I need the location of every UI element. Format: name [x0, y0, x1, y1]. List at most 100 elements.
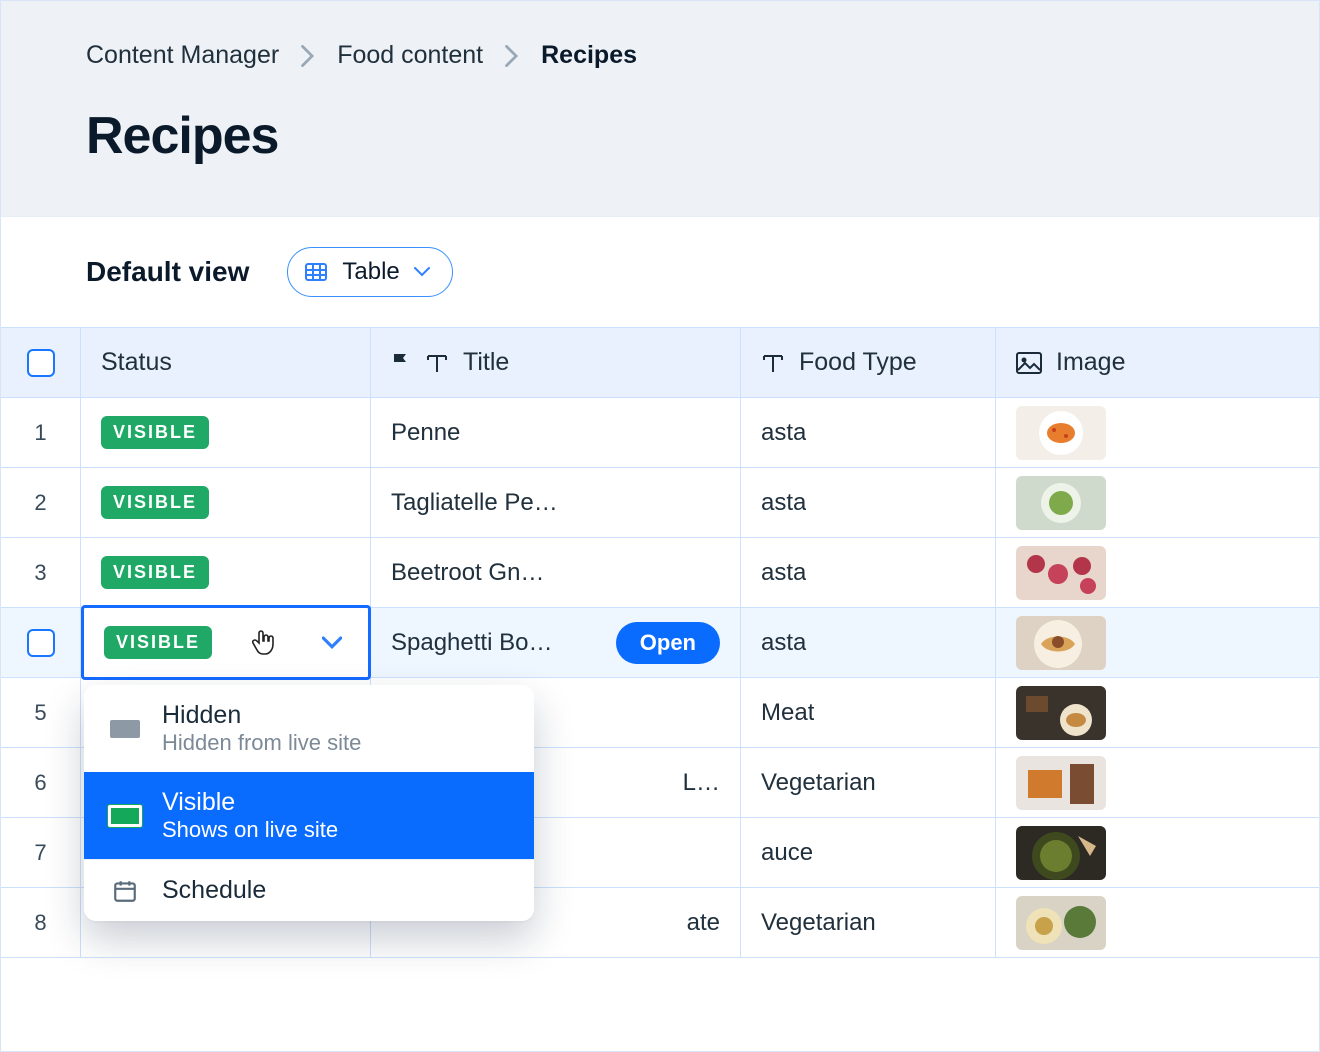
image-cell[interactable] — [996, 608, 1320, 677]
status-badge: VISIBLE — [104, 626, 212, 659]
column-header-food-type[interactable]: Food Type — [741, 328, 996, 397]
status-dropdown: Hidden Hidden from live site Visible Sho… — [84, 685, 534, 921]
status-badge: VISIBLE — [101, 416, 209, 449]
column-header-status[interactable]: Status — [81, 328, 371, 397]
title-text: L… — [683, 769, 720, 797]
view-type-selector[interactable]: Table — [287, 247, 452, 297]
table-row[interactable]: 3 VISIBLE Beetroot Gn… asta — [1, 538, 1319, 608]
chevron-right-icon — [301, 45, 315, 67]
option-title: Schedule — [162, 876, 266, 905]
flag-icon — [391, 352, 411, 374]
table-icon — [304, 260, 328, 284]
hidden-status-icon — [108, 717, 142, 741]
image-cell[interactable] — [996, 678, 1320, 747]
row-number: 5 — [1, 678, 81, 747]
status-cell-active[interactable]: VISIBLE — [81, 605, 371, 680]
toolbar: Default view Table — [1, 217, 1319, 327]
thumbnail — [1016, 476, 1106, 530]
table-row[interactable]: 1 VISIBLE Penne asta — [1, 398, 1319, 468]
option-title: Hidden — [162, 701, 361, 730]
chevron-right-icon — [505, 45, 519, 67]
title-text: Tagliatelle Pe… — [391, 489, 558, 517]
visible-status-icon — [108, 804, 142, 828]
image-cell[interactable] — [996, 468, 1320, 537]
title-text: Spaghetti Bo… — [391, 629, 552, 657]
image-cell[interactable] — [996, 888, 1320, 957]
food-type-cell[interactable]: asta — [741, 468, 996, 537]
status-cell[interactable]: VISIBLE — [81, 538, 371, 607]
row-number: 1 — [1, 398, 81, 467]
title-text: Penne — [391, 419, 460, 447]
breadcrumb-link-food-content[interactable]: Food content — [337, 41, 483, 70]
food-type-text: Vegetarian — [761, 909, 876, 937]
thumbnail — [1016, 616, 1106, 670]
select-all-cell — [1, 328, 81, 397]
thumbnail — [1016, 826, 1106, 880]
thumbnail — [1016, 686, 1106, 740]
food-type-cell[interactable]: Vegetarian — [741, 748, 996, 817]
table-row[interactable]: VISIBLE Spaghetti Bo… Open asta — [1, 608, 1319, 678]
image-icon — [1016, 352, 1042, 374]
thumbnail — [1016, 546, 1106, 600]
status-badge: VISIBLE — [101, 556, 209, 589]
chevron-down-icon — [322, 636, 342, 650]
food-type-cell[interactable]: auce — [741, 818, 996, 887]
row-number: 8 — [1, 888, 81, 957]
status-option-schedule[interactable]: Schedule — [84, 859, 534, 921]
food-type-cell[interactable]: asta — [741, 398, 996, 467]
status-badge: VISIBLE — [101, 486, 209, 519]
table-header-row: Status Title Food Type Image — [1, 328, 1319, 398]
food-type-text: Vegetarian — [761, 769, 876, 797]
image-cell[interactable] — [996, 748, 1320, 817]
chevron-down-icon — [414, 266, 430, 278]
calendar-icon — [108, 879, 142, 903]
row-number: 3 — [1, 538, 81, 607]
option-subtitle: Shows on live site — [162, 817, 338, 843]
food-type-cell[interactable]: asta — [741, 608, 996, 677]
header-area: Content Manager Food content Recipes Rec… — [1, 1, 1319, 217]
option-subtitle: Hidden from live site — [162, 730, 361, 756]
page-title: Recipes — [86, 106, 1239, 166]
image-cell[interactable] — [996, 538, 1320, 607]
status-option-visible[interactable]: Visible Shows on live site — [84, 772, 534, 859]
text-type-icon — [761, 352, 785, 374]
title-cell[interactable]: Tagliatelle Pe… — [371, 468, 741, 537]
title-cell[interactable]: Spaghetti Bo… Open — [371, 608, 741, 677]
table-row[interactable]: 2 VISIBLE Tagliatelle Pe… asta — [1, 468, 1319, 538]
food-type-text: auce — [761, 839, 813, 867]
option-title: Visible — [162, 788, 338, 817]
status-option-hidden[interactable]: Hidden Hidden from live site — [84, 685, 534, 772]
status-cell[interactable]: VISIBLE — [81, 468, 371, 537]
food-type-text: asta — [761, 489, 806, 517]
status-cell[interactable]: VISIBLE — [81, 398, 371, 467]
view-name: Default view — [86, 256, 249, 288]
image-cell[interactable] — [996, 398, 1320, 467]
breadcrumb: Content Manager Food content Recipes — [86, 41, 1239, 70]
pointer-cursor-icon — [252, 628, 278, 658]
select-all-checkbox[interactable] — [27, 349, 55, 377]
text-type-icon — [425, 352, 449, 374]
thumbnail — [1016, 406, 1106, 460]
food-type-text: asta — [761, 419, 806, 447]
title-cell[interactable]: Penne — [371, 398, 741, 467]
title-cell[interactable]: Beetroot Gn… — [371, 538, 741, 607]
column-header-label: Title — [463, 348, 509, 377]
column-header-label: Food Type — [799, 348, 917, 377]
column-header-image[interactable]: Image — [996, 328, 1320, 397]
food-type-text: asta — [761, 629, 806, 657]
row-select-cell — [1, 608, 81, 677]
food-type-text: Meat — [761, 699, 814, 727]
breadcrumb-current: Recipes — [541, 41, 637, 70]
food-type-text: asta — [761, 559, 806, 587]
row-checkbox[interactable] — [27, 629, 55, 657]
food-type-cell[interactable]: Vegetarian — [741, 888, 996, 957]
food-type-cell[interactable]: asta — [741, 538, 996, 607]
open-button[interactable]: Open — [616, 622, 720, 664]
thumbnail — [1016, 756, 1106, 810]
column-header-title[interactable]: Title — [371, 328, 741, 397]
food-type-cell[interactable]: Meat — [741, 678, 996, 747]
breadcrumb-link-content-manager[interactable]: Content Manager — [86, 41, 279, 70]
row-number: 7 — [1, 818, 81, 887]
image-cell[interactable] — [996, 818, 1320, 887]
column-header-label: Status — [101, 348, 172, 377]
